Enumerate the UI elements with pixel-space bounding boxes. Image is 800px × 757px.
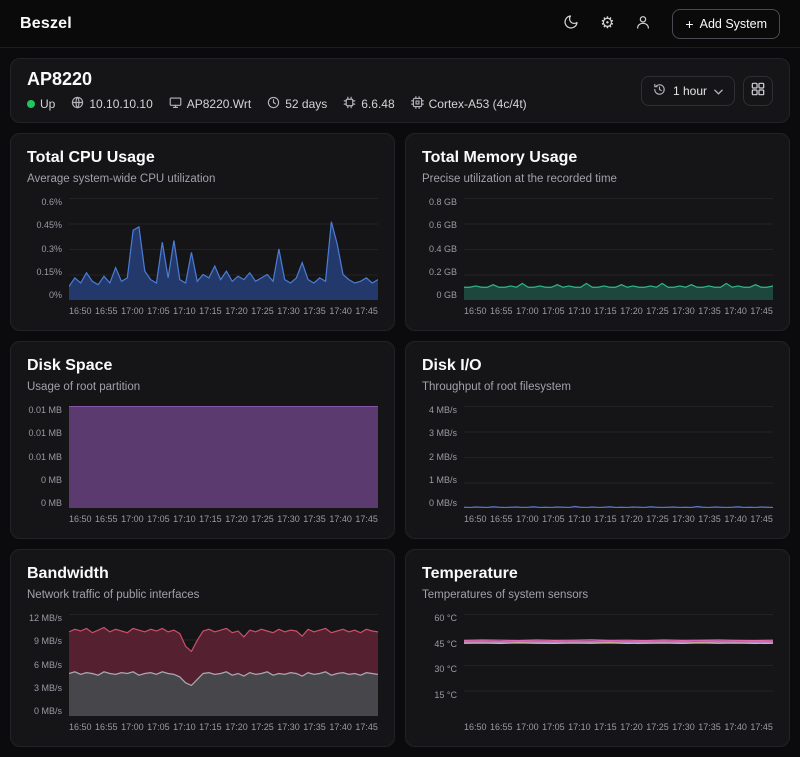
system-kernel-label: 6.6.48 (361, 97, 394, 111)
disk-io-x-axis: 16:5016:5517:0017:0517:1017:1517:2017:25… (464, 508, 773, 524)
memory-x-axis: 16:5016:5517:0017:0517:1017:1517:2017:25… (464, 300, 773, 316)
cpu-y-axis: 0.6%0.45%0.3%0.15%0% (27, 198, 69, 300)
system-name: AP8220 (27, 69, 527, 90)
status-badge: Up (27, 97, 55, 111)
bandwidth-plot-area (69, 614, 378, 716)
chart-subtitle: Usage of root partition (27, 380, 378, 394)
system-hostname: AP8220.Wrt (169, 96, 251, 112)
system-header-card: AP8220 Up 10.10.10.10 AP8220.Wrt (10, 58, 790, 123)
chart-subtitle: Average system-wide CPU utilization (27, 172, 378, 186)
top-nav: Beszel ⚙ + Add System (0, 0, 800, 48)
memory-area-chart (464, 198, 773, 300)
status-label: Up (40, 97, 55, 111)
system-uptime-label: 52 days (285, 97, 327, 111)
system-hostname-label: AP8220.Wrt (187, 97, 251, 111)
moon-icon (563, 14, 579, 33)
add-system-button[interactable]: + Add System (672, 9, 780, 39)
system-ip-label: 10.10.10.10 (89, 97, 152, 111)
charts-grid: Total CPU Usage Average system-wide CPU … (10, 133, 790, 747)
system-kernel: 6.6.48 (343, 96, 394, 112)
add-system-label: Add System (700, 17, 767, 31)
chart-subtitle: Precise utilization at the recorded time (422, 172, 773, 186)
chart-card-temperature: Temperature Temperatures of system senso… (405, 549, 790, 747)
memory-y-axis: 0.8 GB0.6 GB0.4 GB0.2 GB0 GB (422, 198, 464, 300)
settings-button[interactable]: ⚙ (592, 9, 622, 39)
chart-title: Disk Space (27, 356, 378, 376)
chart-title: Total CPU Usage (27, 148, 378, 168)
status-dot-icon (27, 100, 35, 108)
history-icon (653, 83, 666, 99)
disk-io-area-chart (464, 406, 773, 508)
chart-title: Temperature (422, 564, 773, 584)
user-icon (635, 14, 651, 33)
plus-icon: + (685, 17, 693, 31)
clock-icon (267, 96, 280, 112)
monitor-icon (169, 96, 182, 112)
layout-grid-icon (751, 82, 765, 99)
header-controls: 1 hour (641, 76, 773, 106)
system-info: AP8220 Up 10.10.10.10 AP8220.Wrt (27, 69, 527, 112)
disk-space-x-axis: 16:5016:5517:0017:0517:1017:1517:2017:25… (69, 508, 378, 524)
grid-layout-button[interactable] (743, 76, 773, 106)
cpu-x-axis: 16:5016:5517:0017:0517:1017:1517:2017:25… (69, 300, 378, 316)
time-range-value: 1 hour (673, 84, 707, 98)
system-cpu-model-label: Cortex-A53 (4c/4t) (429, 97, 527, 111)
cpu-icon (411, 96, 424, 112)
temperature-line-chart (464, 614, 773, 716)
chart-card-disk-space: Disk Space Usage of root partition 0.01 … (10, 341, 395, 539)
globe-icon (71, 96, 84, 112)
disk-io-plot-area (464, 406, 773, 508)
system-cpu-model: Cortex-A53 (4c/4t) (411, 96, 527, 112)
chevron-down-icon (714, 84, 723, 98)
time-range-select[interactable]: 1 hour (641, 76, 735, 106)
memory-plot-area (464, 198, 773, 300)
gear-icon: ⚙ (600, 16, 614, 32)
chart-card-bandwidth: Bandwidth Network traffic of public inte… (10, 549, 395, 747)
system-ip: 10.10.10.10 (71, 96, 152, 112)
temperature-x-axis: 16:5016:5517:0017:0517:1017:1517:2017:25… (464, 716, 773, 732)
brand-logo: Beszel (20, 15, 72, 33)
temperature-y-axis: 60 °C45 °C30 °C15 °C (422, 614, 464, 716)
chart-subtitle: Network traffic of public interfaces (27, 588, 378, 602)
chart-title: Bandwidth (27, 564, 378, 584)
chart-subtitle: Throughput of root filesystem (422, 380, 773, 394)
chart-card-total-cpu-usage: Total CPU Usage Average system-wide CPU … (10, 133, 395, 331)
bandwidth-y-axis: 12 MB/s9 MB/s6 MB/s3 MB/s0 MB/s (27, 614, 69, 716)
chart-title: Total Memory Usage (422, 148, 773, 168)
disk-space-plot-area (69, 406, 378, 508)
cpu-area-chart (69, 198, 378, 300)
user-menu-button[interactable] (628, 9, 658, 39)
chart-card-total-memory-usage: Total Memory Usage Precise utilization a… (405, 133, 790, 331)
system-uptime: 52 days (267, 96, 327, 112)
disk-space-area-chart (69, 406, 378, 508)
temperature-plot-area (464, 614, 773, 716)
chart-title: Disk I/O (422, 356, 773, 376)
theme-toggle-button[interactable] (556, 9, 586, 39)
disk-space-y-axis: 0.01 MB0.01 MB0.01 MB0 MB0 MB (27, 406, 69, 508)
nav-actions: ⚙ + Add System (556, 9, 780, 39)
cpu-plot-area (69, 198, 378, 300)
chart-card-disk-io: Disk I/O Throughput of root filesystem 4… (405, 341, 790, 539)
chip-icon (343, 96, 356, 112)
chart-subtitle: Temperatures of system sensors (422, 588, 773, 602)
bandwidth-x-axis: 16:5016:5517:0017:0517:1017:1517:2017:25… (69, 716, 378, 732)
disk-io-y-axis: 4 MB/s3 MB/s2 MB/s1 MB/s0 MB/s (422, 406, 464, 508)
system-details: Up 10.10.10.10 AP8220.Wrt 52 days (27, 96, 527, 112)
bandwidth-area-chart (69, 614, 378, 716)
